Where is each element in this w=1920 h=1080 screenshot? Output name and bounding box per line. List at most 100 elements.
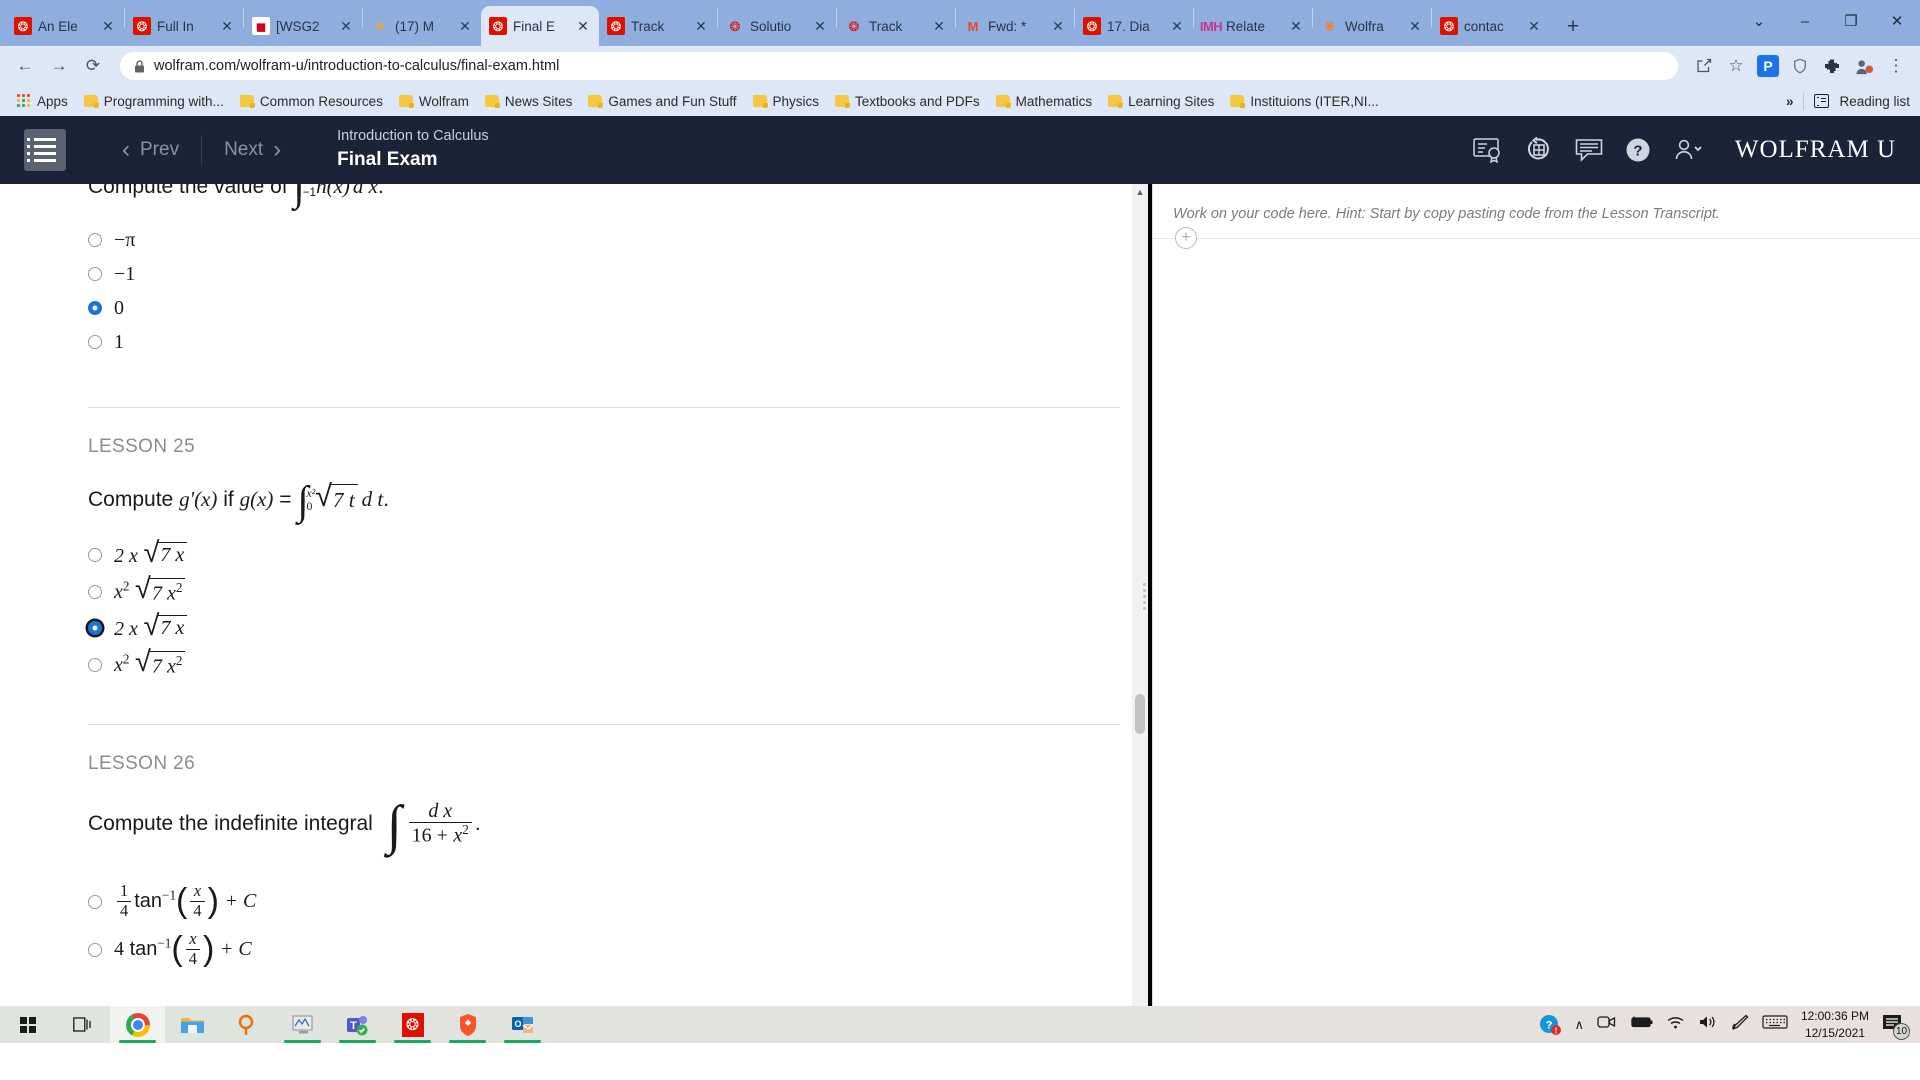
tab-search-icon[interactable]: ⌄	[1736, 0, 1782, 42]
profile-badge[interactable]: P	[1754, 52, 1782, 80]
bookmark-folder[interactable]: News Sites	[478, 91, 580, 112]
browser-tab[interactable]: ❂ Track ✕	[599, 6, 717, 46]
browser-tab-active[interactable]: ❂ Final E ✕	[481, 6, 599, 46]
close-icon[interactable]: ✕	[100, 19, 116, 33]
bookmark-star-icon[interactable]: ☆	[1722, 52, 1750, 80]
answer-option[interactable]: 1	[88, 325, 888, 359]
certificate-icon[interactable]	[1473, 137, 1503, 163]
bookmarks-overflow-icon[interactable]: »	[1786, 94, 1794, 109]
taskbar-file-explorer-icon[interactable]	[165, 1006, 220, 1043]
taskbar-mathematica-icon[interactable]: ❂	[385, 1006, 440, 1043]
close-icon[interactable]: ✕	[338, 19, 354, 33]
shield-icon[interactable]	[1786, 52, 1814, 80]
close-icon[interactable]: ✕	[1169, 19, 1185, 33]
radio-button[interactable]	[88, 267, 102, 282]
answer-option[interactable]: 0	[88, 291, 888, 325]
close-icon[interactable]: ✕	[693, 19, 709, 33]
task-view-icon[interactable]	[55, 1006, 110, 1043]
radio-button-selected[interactable]	[88, 621, 102, 636]
next-button[interactable]: Next ›	[202, 136, 303, 164]
close-icon[interactable]: ✕	[1407, 19, 1423, 33]
forward-button[interactable]: →	[44, 51, 74, 81]
help-alert-icon[interactable]: ?!	[1539, 1014, 1562, 1036]
puzzle-icon[interactable]	[1818, 52, 1846, 80]
account-icon[interactable]	[1673, 138, 1705, 162]
radio-button[interactable]	[88, 547, 102, 562]
help-icon[interactable]: ?	[1625, 137, 1651, 163]
bookmark-folder[interactable]: Programming with...	[77, 91, 231, 112]
close-icon[interactable]: ✕	[931, 19, 947, 33]
bookmark-folder[interactable]: Physics	[746, 91, 827, 112]
keyboard-icon[interactable]	[1762, 1014, 1788, 1035]
battery-icon[interactable]	[1629, 1015, 1653, 1034]
maximize-button[interactable]: ❐	[1828, 0, 1874, 42]
tray-expand-chevron-icon[interactable]: ∧	[1574, 1017, 1584, 1033]
browser-tab[interactable]: ❂ 17. Dia ✕	[1075, 6, 1193, 46]
answer-option[interactable]: 2 x √ 7 x	[88, 537, 888, 573]
browser-tab[interactable]: ❋ Wolfra ✕	[1313, 6, 1431, 46]
taskbar-chrome-icon[interactable]	[110, 1006, 165, 1043]
camera-icon[interactable]	[1597, 1014, 1616, 1035]
minimize-button[interactable]: –	[1782, 0, 1828, 42]
answer-option-selected[interactable]: 2 x √ 7 x	[88, 610, 888, 646]
close-icon[interactable]: ✕	[219, 19, 235, 33]
radio-button-selected[interactable]	[88, 301, 102, 316]
answer-option[interactable]: 4 tan−1(x 4) + C	[88, 926, 888, 974]
radio-button[interactable]	[88, 658, 102, 673]
close-icon[interactable]: ✕	[1050, 19, 1066, 33]
new-tab-button[interactable]: +	[1558, 12, 1588, 42]
radio-button[interactable]	[88, 584, 102, 599]
bookmark-folder[interactable]: Learning Sites	[1101, 91, 1221, 112]
taskbar-brave-icon[interactable]	[440, 1006, 495, 1043]
bookmark-folder[interactable]: Common Resources	[233, 91, 390, 112]
bookmark-folder[interactable]: Wolfram	[392, 91, 476, 112]
bookmark-folder[interactable]: Textbooks and PDFs	[828, 91, 987, 112]
browser-tab[interactable]: ❂ An Ele ✕	[6, 6, 124, 46]
add-cell-button[interactable]: +	[1175, 227, 1197, 249]
answer-option[interactable]: x2 √ 7 x2	[88, 646, 888, 684]
browser-tab[interactable]: IMH Relate ✕	[1194, 6, 1312, 46]
scrollbar-thumb[interactable]	[1135, 694, 1145, 734]
browser-tab[interactable]: ❂ contac ✕	[1432, 6, 1550, 46]
code-panel[interactable]: Work on your code here. Hint: Start by c…	[1152, 184, 1920, 1043]
browser-menu-icon[interactable]: ⋮	[1882, 52, 1910, 80]
close-icon[interactable]: ✕	[1526, 19, 1542, 33]
answer-option[interactable]: −1	[88, 257, 888, 291]
radio-button[interactable]	[88, 895, 102, 910]
address-bar[interactable]: wolfram.com/wolfram-u/introduction-to-ca…	[120, 52, 1678, 80]
browser-tab[interactable]: ❂ Track ✕	[837, 6, 955, 46]
browser-tab[interactable]: ❉ (17) M ✕	[363, 6, 481, 46]
back-button[interactable]: ←	[10, 51, 40, 81]
scroll-up-arrow[interactable]: ▲	[1132, 184, 1148, 200]
bookmark-apps[interactable]: Apps	[10, 91, 75, 112]
share-icon[interactable]	[1690, 52, 1718, 80]
vertical-scrollbar[interactable]: ▲ ▼	[1132, 184, 1148, 1043]
radio-button[interactable]	[88, 335, 102, 350]
list-menu-icon[interactable]	[24, 129, 66, 171]
notifications-icon[interactable]: 10	[1882, 1013, 1910, 1040]
bookmark-folder[interactable]: Mathematics	[989, 91, 1100, 112]
windows-start-icon[interactable]	[0, 1006, 55, 1043]
close-window-button[interactable]: ✕	[1874, 0, 1920, 42]
bookmark-folder[interactable]: Games and Fun Stuff	[581, 91, 743, 112]
close-icon[interactable]: ✕	[1288, 19, 1304, 33]
wifi-icon[interactable]	[1666, 1015, 1685, 1035]
volume-icon[interactable]	[1698, 1014, 1718, 1035]
scroll-refresh-icon[interactable]	[1525, 136, 1553, 164]
close-icon[interactable]: ✕	[457, 19, 473, 33]
browser-tab[interactable]: M Fwd: * ✕	[956, 6, 1074, 46]
answer-option[interactable]: x2 √ 7 x2	[88, 573, 888, 611]
taskbar-notebook-icon[interactable]	[275, 1006, 330, 1043]
taskbar-outlook-icon[interactable]: O	[495, 1006, 550, 1043]
bookmark-folder[interactable]: Instituions (ITER,NI...	[1223, 91, 1385, 112]
radio-button[interactable]	[88, 943, 102, 958]
taskbar-search-magnifier-icon[interactable]	[220, 1006, 275, 1043]
close-icon[interactable]: ✕	[575, 19, 591, 33]
radio-button[interactable]	[88, 233, 102, 248]
browser-tab[interactable]: ◼ [WSG2 ✕	[244, 6, 362, 46]
transcript-icon[interactable]	[1575, 138, 1603, 162]
prev-button[interactable]: ‹ Prev	[100, 136, 201, 164]
answer-option[interactable]: −π	[88, 223, 888, 257]
close-icon[interactable]: ✕	[812, 19, 828, 33]
avatar-icon[interactable]	[1850, 52, 1878, 80]
